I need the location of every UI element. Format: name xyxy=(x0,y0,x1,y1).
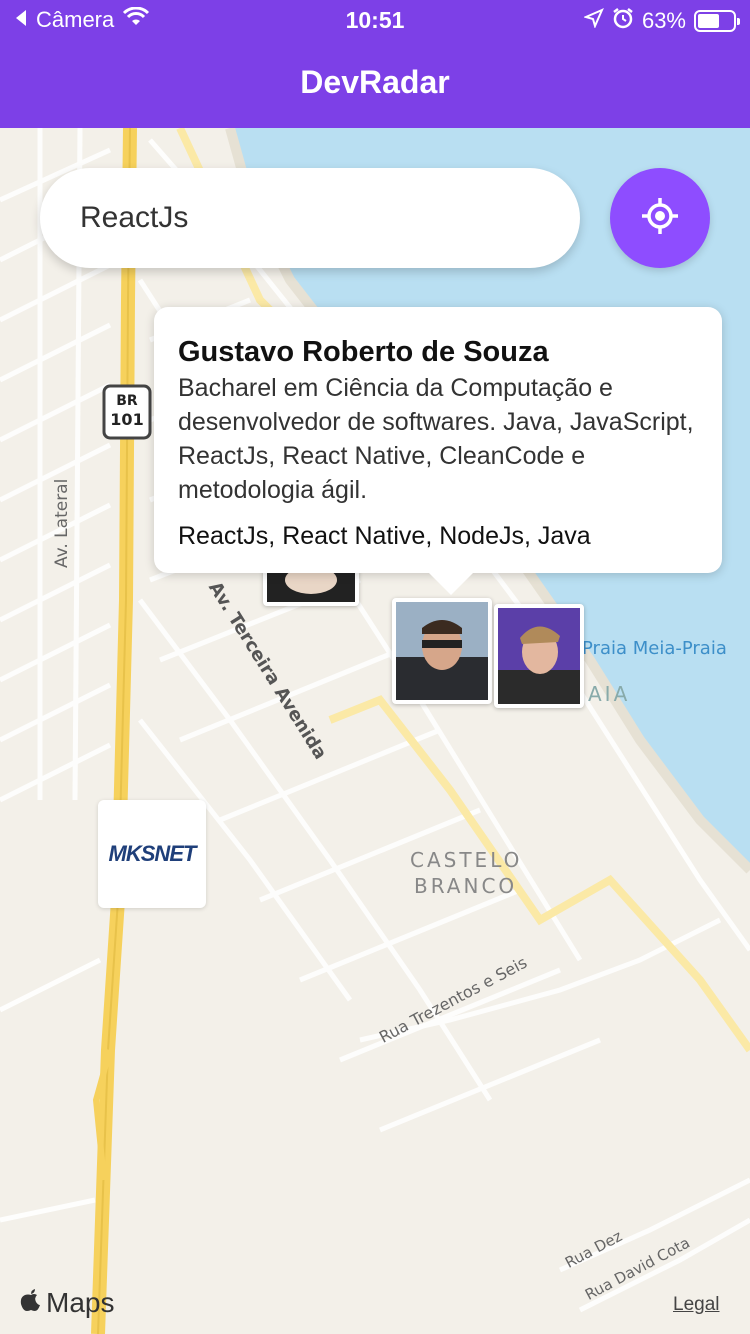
status-bar: Câmera 10:51 63% xyxy=(0,0,750,42)
maps-attribution: Maps xyxy=(20,1286,114,1319)
dev-techs: ReactJs, React Native, NodeJs, Java xyxy=(178,522,591,550)
legal-link[interactable]: Legal xyxy=(673,1294,720,1316)
mksnet-marker[interactable]: MKSNET xyxy=(98,800,206,908)
status-right: 63% xyxy=(583,7,740,35)
maps-label: Maps xyxy=(46,1286,115,1318)
my-location-icon xyxy=(640,196,680,241)
search-input[interactable]: ReactJs xyxy=(40,168,580,268)
locate-button[interactable] xyxy=(610,168,710,268)
district-label-castelo: CASTELO xyxy=(410,848,523,872)
alarm-icon xyxy=(612,7,634,35)
dev-avatar xyxy=(396,602,488,700)
place-label-praia: Praia Meia-Praia xyxy=(582,638,727,659)
dev-callout[interactable]: Gustavo Roberto de Souza Bacharel em Ciê… xyxy=(154,307,722,595)
mksnet-logo: MKSNET xyxy=(108,841,197,866)
battery-percent: 63% xyxy=(641,8,686,33)
street-label-av-lateral: Av. Lateral xyxy=(52,478,72,568)
br-shield-number: 101 xyxy=(110,410,144,429)
page-title: DevRadar xyxy=(300,64,450,100)
dev-marker-selected[interactable] xyxy=(392,598,492,704)
dev-bio: Bacharel em Ciência da Computação e dese… xyxy=(178,374,694,504)
dev-name: Gustavo Roberto de Souza xyxy=(178,336,549,368)
district-label-branco: BRANCO xyxy=(414,874,518,898)
br-shield-label: BR xyxy=(116,393,138,409)
apple-logo-icon xyxy=(20,1286,42,1319)
app-header: Câmera 10:51 63% DevRadar xyxy=(0,0,750,128)
battery-icon xyxy=(694,10,740,32)
place-label-praia-area: AIA xyxy=(588,682,631,706)
search-value: ReactJs xyxy=(80,201,189,234)
location-arrow-icon xyxy=(583,8,604,34)
dev-marker[interactable] xyxy=(494,604,584,708)
dev-avatar xyxy=(498,608,580,704)
